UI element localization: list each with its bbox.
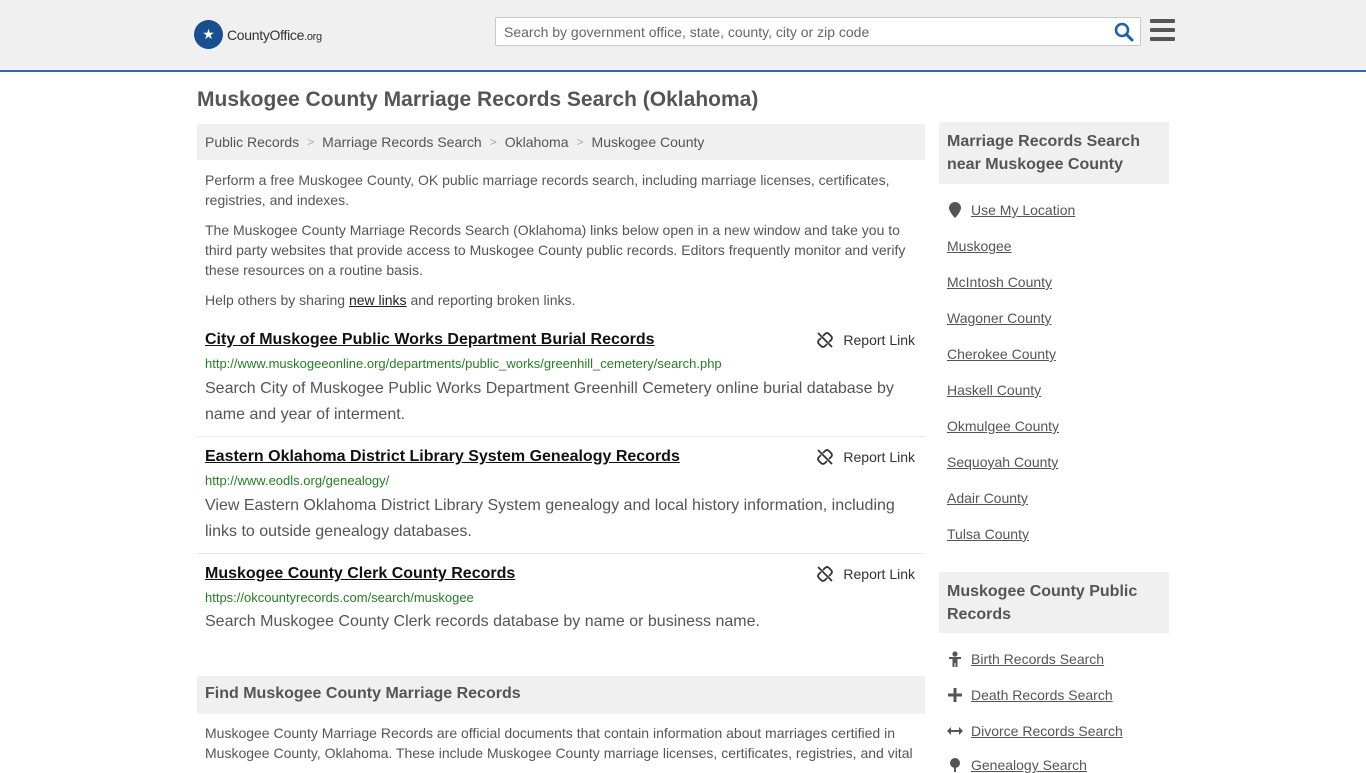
sidebar-nearby-link[interactable]: Adair County — [947, 490, 1028, 506]
find-records-heading: Find Muskogee County Marriage Records — [197, 676, 925, 714]
breadcrumb-public-records[interactable]: Public Records — [205, 134, 299, 150]
death-records-link[interactable]: Death Records Search — [947, 687, 1113, 703]
use-my-location-link[interactable]: Use My Location — [947, 202, 1075, 218]
hamburger-menu-icon[interactable] — [1150, 19, 1175, 41]
map-pin-icon — [947, 202, 963, 218]
breadcrumb-marriage-records-search[interactable]: Marriage Records Search — [322, 134, 482, 150]
broken-link-icon — [817, 332, 834, 348]
cross-icon — [947, 688, 963, 702]
divider — [197, 436, 925, 437]
record-item: Muskogee County Clerk County Records Rep… — [197, 565, 925, 645]
record-description: Search City of Muskogee Public Works Dep… — [205, 380, 894, 423]
site-logo[interactable]: ★ CountyOffice.org — [194, 20, 322, 49]
share-paragraph: Help others by sharing new links and rep… — [205, 292, 576, 308]
record-title-link[interactable]: Eastern Oklahoma District Library System… — [205, 448, 680, 466]
record-url[interactable]: http://www.eodls.org/genealogy/ — [205, 473, 389, 488]
baby-icon — [947, 651, 963, 667]
sidebar-nearby-link[interactable]: McIntosh County — [947, 274, 1052, 290]
genealogy-search-link[interactable]: Genealogy Search — [947, 757, 1087, 773]
breadcrumb-oklahoma[interactable]: Oklahoma — [505, 134, 569, 150]
record-title-link[interactable]: City of Muskogee Public Works Department… — [205, 331, 655, 349]
page-title: Muskogee County Marriage Records Search … — [197, 88, 759, 111]
record-description: Search Muskogee County Clerk records dat… — [205, 613, 760, 630]
sidebar-nearby-link[interactable]: Haskell County — [947, 382, 1041, 398]
report-link-button[interactable]: Report Link — [817, 566, 915, 582]
split-arrows-icon — [947, 726, 963, 736]
breadcrumb-separator-icon: > — [489, 135, 497, 149]
find-records-text: Muskogee County Marriage Records are off… — [205, 725, 913, 761]
sidebar-nearby-link[interactable]: Wagoner County — [947, 310, 1052, 326]
new-links-link[interactable]: new links — [349, 292, 407, 308]
site-header: ★ CountyOffice.org — [0, 0, 1366, 72]
sidebar-nearby-link[interactable]: Okmulgee County — [947, 418, 1059, 434]
sidebar-nearby-link[interactable]: Cherokee County — [947, 346, 1056, 362]
record-url[interactable]: http://www.muskogeeonline.org/department… — [205, 356, 722, 371]
divider — [197, 553, 925, 554]
record-description: View Eastern Oklahoma District Library S… — [205, 497, 895, 540]
logo-text: CountyOffice.org — [227, 26, 322, 43]
search-box — [495, 17, 1141, 46]
report-link-button[interactable]: Report Link — [817, 449, 915, 465]
birth-records-link[interactable]: Birth Records Search — [947, 651, 1104, 667]
broken-link-icon — [817, 449, 834, 465]
record-item: City of Muskogee Public Works Department… — [197, 331, 925, 431]
search-input[interactable] — [496, 18, 1106, 45]
broken-link-icon — [817, 566, 834, 582]
record-item: Eastern Oklahoma District Library System… — [197, 448, 925, 548]
sidebar-nearby-link[interactable]: Tulsa County — [947, 526, 1029, 542]
divorce-records-link[interactable]: Divorce Records Search — [947, 723, 1123, 739]
breadcrumb-separator-icon: > — [307, 135, 315, 149]
sidebar-nearby-link[interactable]: Sequoyah County — [947, 454, 1058, 470]
sidebar-nearby-heading: Marriage Records Search near Muskogee Co… — [939, 122, 1169, 184]
tree-icon — [947, 758, 963, 772]
breadcrumb-muskogee-county[interactable]: Muskogee County — [592, 134, 705, 150]
report-link-button[interactable]: Report Link — [817, 332, 915, 348]
sidebar-nearby-link[interactable]: Muskogee — [947, 238, 1012, 254]
intro-paragraph: The Muskogee County Marriage Records Sea… — [205, 222, 906, 278]
breadcrumb-separator-icon: > — [576, 135, 584, 149]
record-title-link[interactable]: Muskogee County Clerk County Records — [205, 565, 515, 583]
search-icon[interactable] — [1114, 22, 1134, 42]
breadcrumb: Public Records > Marriage Records Search… — [197, 124, 925, 160]
record-url[interactable]: https://okcountyrecords.com/search/musko… — [205, 590, 474, 605]
sidebar-public-records-heading: Muskogee County Public Records — [939, 572, 1169, 633]
intro-paragraph: Perform a free Muskogee County, OK publi… — [205, 172, 890, 208]
logo-seal-icon: ★ — [194, 20, 223, 49]
